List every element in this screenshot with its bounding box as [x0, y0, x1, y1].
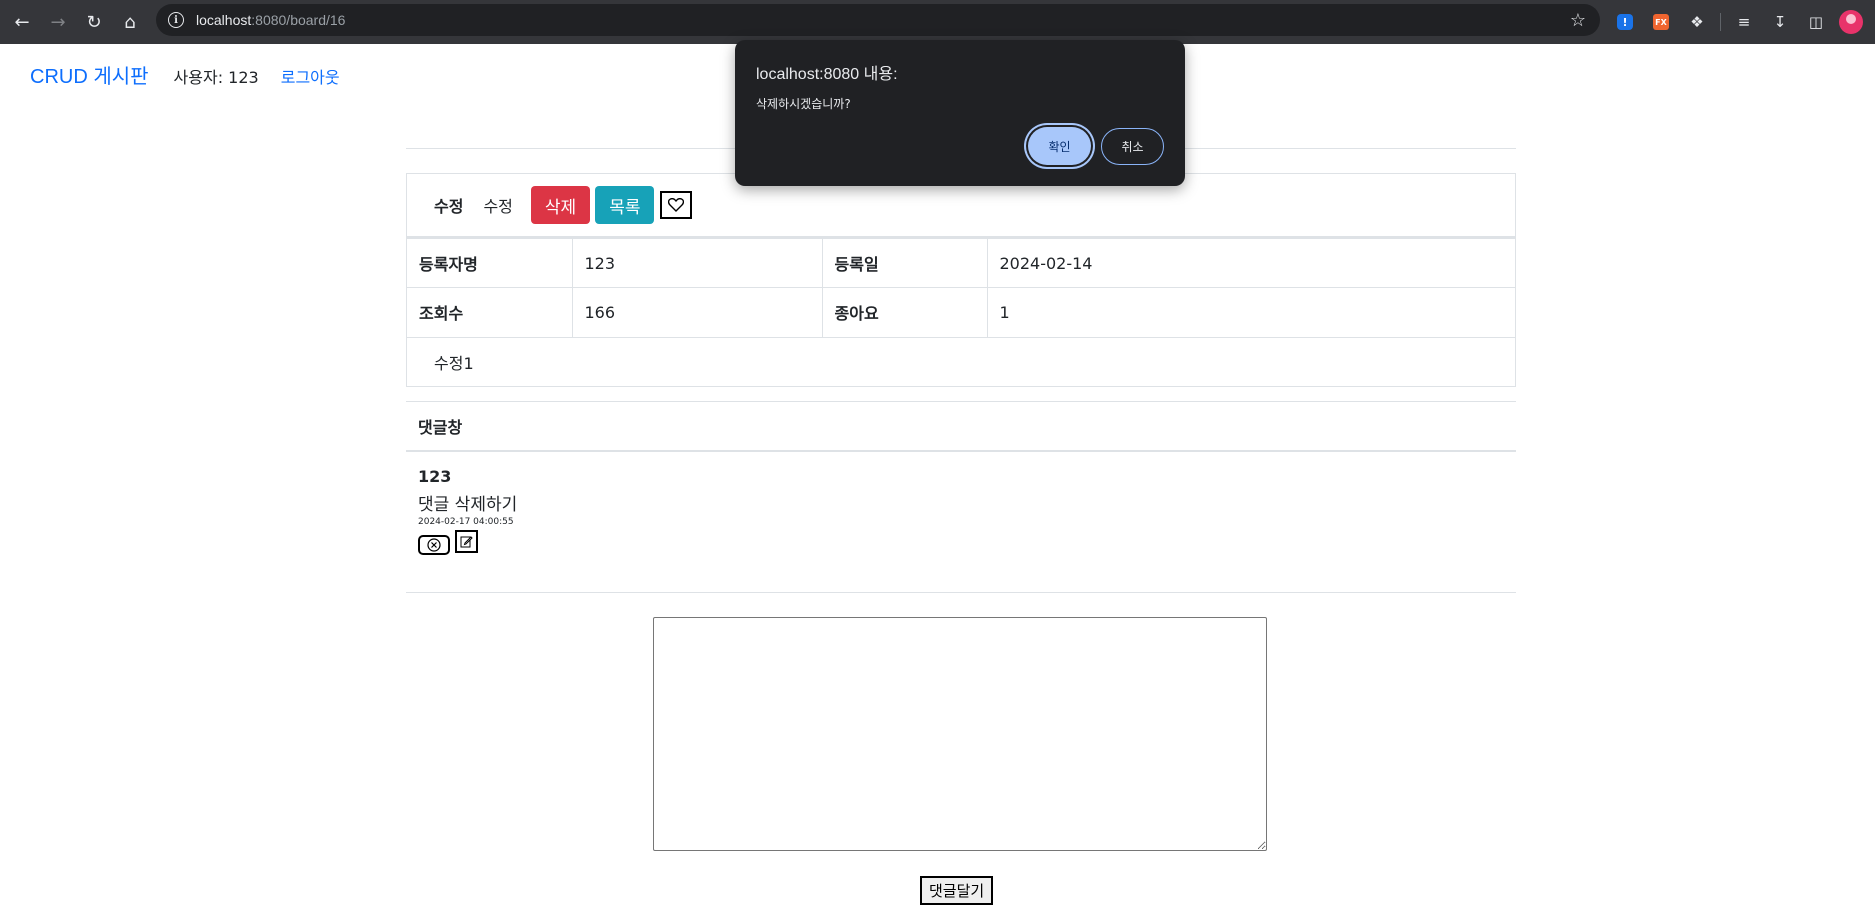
divider	[406, 592, 1516, 593]
views-value: 166	[571, 287, 822, 337]
site-header: CRUD 게시판 사용자: 123 로그아웃	[30, 60, 340, 89]
bookmark-star-icon[interactable]: ☆	[1570, 10, 1586, 31]
comment-textarea[interactable]	[653, 617, 1267, 851]
confirm-ok-button[interactable]: 확인	[1028, 127, 1091, 165]
post-content: 수정1	[407, 336, 1515, 386]
like-heart-icon[interactable]	[660, 191, 693, 219]
address-bar[interactable]: i localhost:8080/board/16 ☆	[156, 4, 1600, 36]
post-card: 수정 수정 삭제 목록 등록자명 123 등록일 2024-02-14 조회수 …	[406, 173, 1516, 387]
comment-text: 댓글 삭제하기	[418, 495, 518, 515]
confirm-dialog: localhost:8080 내용: 삭제하시겠습니까? 확인 취소	[735, 40, 1185, 186]
side-panel-icon[interactable]: ◫	[1803, 9, 1829, 35]
comments-title: 댓글창	[406, 401, 1516, 452]
download-icon[interactable]: ↧	[1767, 9, 1793, 35]
toolbar-divider	[1720, 13, 1721, 31]
fx-extension-icon[interactable]: FX	[1648, 9, 1674, 35]
date-value: 2024-02-14	[986, 238, 1515, 288]
confirm-cancel-button[interactable]: 취소	[1101, 128, 1164, 165]
logout-link[interactable]: 로그아웃	[281, 64, 340, 88]
browser-toolbar: ← → ↻ ⌂ i localhost:8080/board/16 ☆ ! FX…	[0, 0, 1875, 44]
comment-author: 123	[418, 467, 452, 486]
profile-avatar[interactable]	[1839, 10, 1863, 34]
back-icon[interactable]: ←	[8, 8, 36, 36]
brand-link[interactable]: CRUD 게시판	[30, 60, 149, 89]
edit-comment-icon[interactable]	[455, 530, 478, 553]
edit-label: 수정	[434, 197, 464, 216]
author-label: 등록자명	[407, 238, 572, 288]
delete-comment-icon[interactable]	[418, 535, 450, 555]
current-user: 사용자: 123	[173, 68, 259, 87]
url-text[interactable]: localhost:8080/board/16	[196, 12, 345, 28]
date-label: 등록일	[821, 238, 987, 288]
delete-button[interactable]: 삭제	[530, 186, 591, 224]
views-label: 조회수	[407, 287, 572, 337]
likes-label: 종아요	[821, 287, 987, 337]
site-info-icon[interactable]: i	[168, 12, 184, 28]
comment-date: 2024-02-17 04:00:55	[418, 517, 514, 527]
submit-comment-button[interactable]: 댓글달기	[920, 876, 994, 905]
list-button[interactable]: 목록	[595, 186, 655, 224]
password-extension-icon[interactable]: !	[1612, 9, 1638, 35]
table-row: 조회수 166 종아요 1	[407, 287, 1515, 337]
dialog-message: 삭제하시겠습니까?	[756, 97, 851, 111]
reload-icon[interactable]: ↻	[80, 8, 108, 36]
dialog-title: localhost:8080 내용:	[756, 66, 898, 83]
likes-value: 1	[986, 287, 1515, 337]
extensions-puzzle-icon[interactable]: ❖	[1684, 9, 1710, 35]
author-value: 123	[571, 238, 822, 288]
reading-list-icon[interactable]: ≡	[1731, 9, 1757, 35]
forward-icon[interactable]: →	[44, 8, 72, 36]
home-icon[interactable]: ⌂	[116, 8, 144, 36]
comment-item: 123 댓글 삭제하기 2024-02-17 04:00:55	[418, 467, 517, 555]
table-row: 등록자명 123 등록일 2024-02-14	[407, 238, 1515, 288]
edit-link[interactable]: 수정	[483, 193, 512, 217]
post-info-table: 등록자명 123 등록일 2024-02-14 조회수 166 종아요 1	[407, 238, 1515, 337]
